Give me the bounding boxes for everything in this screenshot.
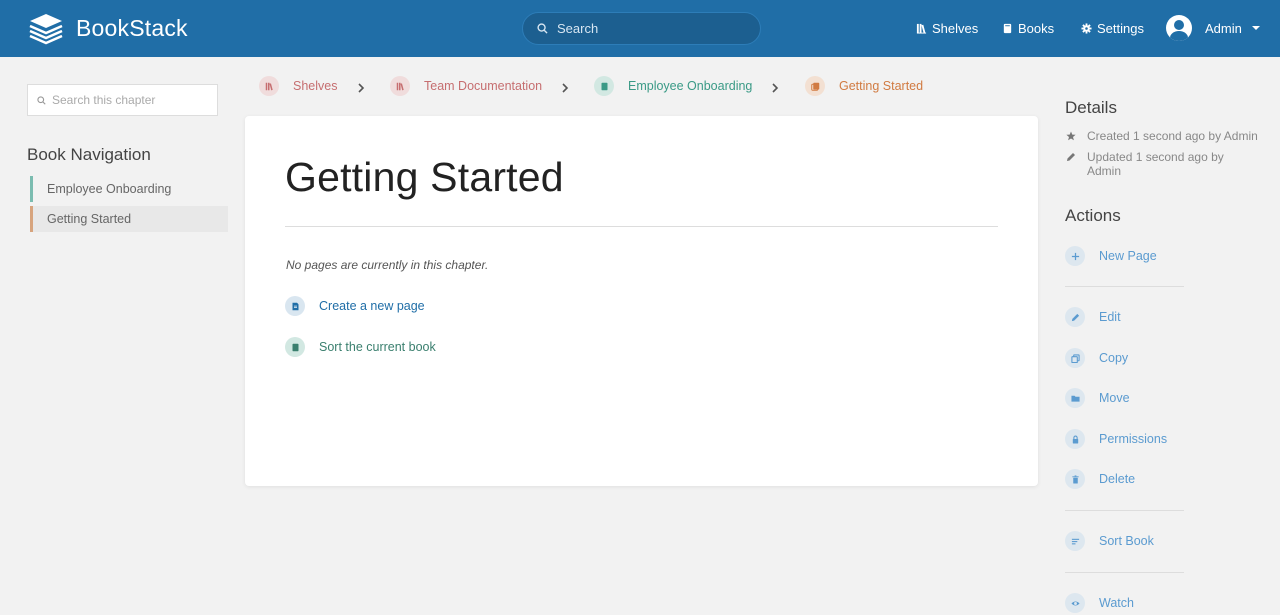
nav-settings-label: Settings	[1097, 21, 1144, 36]
search-icon	[37, 95, 46, 105]
breadcrumb-book-label: Team Documentation	[424, 79, 543, 93]
sort-book-action[interactable]: Sort Book	[1065, 531, 1154, 551]
book-nav-item-employee-onboarding[interactable]: Employee Onboarding	[30, 176, 228, 202]
breadcrumb-shelves[interactable]: Shelves	[259, 75, 337, 97]
sort-book-label: Sort the current book	[319, 340, 436, 354]
user-name: Admin	[1205, 20, 1242, 36]
pencil-icon	[1071, 313, 1079, 321]
avatar	[1166, 15, 1192, 41]
page-title: Getting Started	[285, 154, 564, 200]
divider	[1065, 286, 1184, 287]
search-icon	[537, 23, 548, 34]
chevron-right-icon	[357, 80, 365, 93]
book-nav-item-label: Getting Started	[47, 212, 132, 226]
breadcrumb-shelves-label: Shelves	[293, 79, 338, 93]
nav-books-label: Books	[1018, 21, 1055, 36]
plus-icon	[1071, 252, 1079, 260]
watch-label: Watch	[1099, 596, 1134, 610]
pencil-icon	[1067, 153, 1075, 161]
copy-icon	[1070, 353, 1080, 363]
nav-books[interactable]: Books	[1002, 0, 1054, 57]
chevron-right-icon	[561, 80, 569, 93]
new-page-action[interactable]: New Page	[1065, 246, 1157, 266]
updated-text: Updated 1 second ago by Admin	[1087, 150, 1224, 178]
book-icon	[292, 343, 298, 351]
permissions-label: Permissions	[1099, 432, 1168, 446]
shelves-icon	[265, 82, 273, 90]
breadcrumb-chapter[interactable]: Employee Onboarding	[594, 75, 752, 97]
sort-icon	[1071, 538, 1079, 544]
create-page-link[interactable]: Create a new page	[285, 296, 425, 316]
breadcrumb-page-label: Getting Started	[839, 79, 924, 93]
star-icon	[1066, 131, 1076, 141]
breadcrumb-page[interactable]: Getting Started	[805, 75, 923, 97]
divider	[285, 226, 998, 227]
details-title: Details	[1065, 98, 1117, 117]
nav-shelves-label: Shelves	[932, 21, 979, 36]
eye-icon	[1070, 600, 1080, 606]
shelves-icon	[396, 82, 404, 90]
gear-icon	[1081, 23, 1092, 34]
sort-book-link[interactable]: Sort the current book	[285, 337, 436, 357]
lock-icon	[1072, 435, 1078, 444]
trash-icon	[1071, 474, 1079, 484]
updated-meta: Updated 1 second ago by Admin	[1066, 150, 1256, 178]
new-page-label: New Page	[1099, 249, 1157, 263]
copy-label: Copy	[1099, 351, 1129, 365]
chapter-icon	[810, 82, 819, 91]
divider	[1065, 510, 1184, 511]
global-search[interactable]	[522, 12, 761, 45]
breadcrumb-book[interactable]: Team Documentation	[390, 75, 542, 97]
created-text: Created 1 second ago by Admin	[1087, 129, 1258, 143]
nav-shelves[interactable]: Shelves	[916, 0, 978, 57]
edit-action[interactable]: Edit	[1065, 307, 1121, 327]
book-nav-item-getting-started[interactable]: Getting Started	[30, 206, 228, 232]
book-nav-item-label: Employee Onboarding	[47, 182, 172, 196]
book-icon	[601, 82, 607, 90]
chapter-content-card: Getting Started No pages are currently i…	[245, 116, 1038, 486]
sort-book-label: Sort Book	[1099, 534, 1154, 548]
delete-label: Delete	[1099, 472, 1136, 486]
folder-icon	[1070, 395, 1080, 402]
nav-settings[interactable]: Settings	[1081, 0, 1144, 57]
delete-action[interactable]: Delete	[1065, 469, 1135, 489]
chapter-search-input[interactable]	[52, 93, 212, 107]
page-icon	[292, 302, 298, 310]
top-header: BookStack Shelves Books	[0, 0, 1280, 57]
move-action[interactable]: Move	[1065, 388, 1130, 408]
search-input[interactable]	[557, 21, 747, 36]
watch-action[interactable]: Watch	[1065, 593, 1134, 613]
caret-down-icon	[1251, 26, 1260, 30]
move-label: Move	[1099, 391, 1130, 405]
create-page-label: Create a new page	[319, 299, 425, 313]
empty-message: No pages are currently in this chapter.	[286, 258, 489, 272]
actions-title: Actions	[1065, 206, 1121, 225]
chapter-search[interactable]	[27, 84, 218, 116]
edit-label: Edit	[1099, 310, 1121, 324]
app-logo[interactable]: BookStack	[28, 11, 188, 45]
book-icon	[1003, 23, 1012, 34]
bookstack-logo-icon	[29, 14, 63, 45]
book-navigation-title: Book Navigation	[27, 145, 151, 164]
copy-action[interactable]: Copy	[1065, 348, 1128, 368]
app-name: BookStack	[76, 14, 188, 41]
shelves-icon	[916, 23, 927, 34]
divider	[1065, 572, 1184, 573]
breadcrumb-chapter-label: Employee Onboarding	[628, 79, 753, 93]
user-menu[interactable]: Admin	[1166, 15, 1260, 41]
chevron-right-icon	[771, 80, 779, 93]
permissions-action[interactable]: Permissions	[1065, 429, 1167, 449]
created-meta: Created 1 second ago by Admin	[1066, 129, 1258, 143]
